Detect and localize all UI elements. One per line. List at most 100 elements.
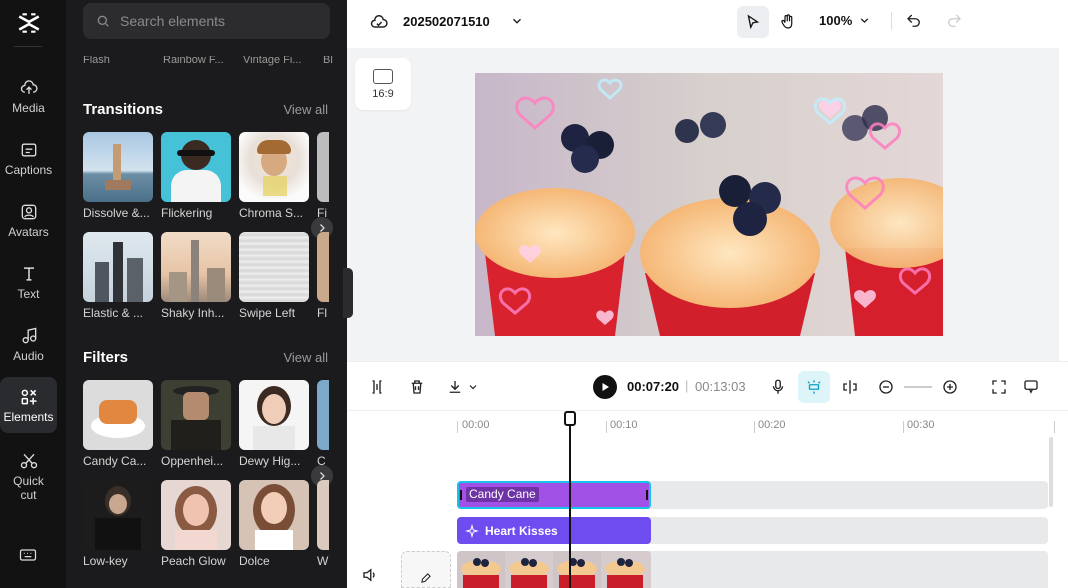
zoom-chevron-icon[interactable] — [858, 14, 871, 32]
undo-icon[interactable] — [905, 12, 923, 35]
canvas-scrollbar[interactable] — [1059, 48, 1068, 361]
rail-label: Text — [17, 286, 40, 301]
filter-card[interactable]: Candy Ca... — [83, 380, 153, 468]
overlay-clip-label: Heart Kisses — [485, 523, 558, 538]
transition-label: Flickering — [161, 206, 213, 220]
transition-card[interactable]: Chroma S... — [239, 132, 309, 220]
aspect-ratio-label: 16:9 — [372, 87, 394, 100]
rail-item-audio[interactable]: Audio — [0, 316, 57, 372]
feedback-icon[interactable] — [1019, 375, 1043, 399]
rail-item-elements[interactable]: Elements — [0, 377, 57, 433]
transition-card[interactable]: Fl — [317, 232, 329, 320]
redo-icon[interactable] — [945, 12, 963, 35]
rail-label: Avatars — [8, 224, 49, 239]
microphone-icon[interactable] — [766, 375, 790, 399]
filter-card[interactable]: Low-key — [83, 480, 153, 568]
playhead-line[interactable] — [569, 411, 571, 588]
toolbar-divider — [891, 12, 892, 30]
transition-label: Shaky Inh... — [161, 306, 225, 320]
delete-icon[interactable] — [405, 375, 429, 399]
cover-button[interactable] — [401, 551, 451, 588]
rail-divider — [14, 46, 42, 47]
current-time: 00:07:20 — [627, 379, 680, 394]
aspect-ratio-button[interactable]: 16:9 — [355, 58, 411, 110]
cut-label: Flash — [83, 56, 110, 66]
transition-card[interactable]: Elastic & ... — [83, 232, 153, 320]
keyboard-icon[interactable] — [18, 545, 38, 570]
zoom-out-icon[interactable] — [874, 375, 898, 399]
transitions-view-all[interactable]: View all — [283, 102, 328, 117]
aspect-ratio-icon — [373, 68, 393, 84]
transition-card[interactable]: Swipe Left — [239, 232, 309, 320]
ruler-line — [903, 421, 904, 433]
cut-label: Vintage Fi... — [243, 56, 302, 66]
rail-item-avatars[interactable]: Avatars — [0, 192, 57, 248]
filter-card[interactable]: Oppenhei... — [161, 380, 231, 468]
auto-snap-icon — [807, 380, 821, 394]
overlay-clip[interactable]: Heart Kisses — [457, 517, 651, 544]
effect-clip[interactable]: Candy Cane — [457, 481, 651, 509]
capcut-logo[interactable] — [14, 8, 44, 38]
filters-row-1: Candy Ca... Oppenhei... Dewy Hig... C — [83, 380, 329, 468]
video-clip[interactable] — [457, 551, 651, 588]
panel-collapse-handle[interactable] — [343, 268, 353, 318]
volume-icon[interactable] — [361, 566, 379, 588]
clip-trim-handle[interactable] — [460, 490, 462, 500]
chevron-down-icon[interactable] — [510, 14, 524, 33]
elements-icon — [21, 389, 36, 404]
transition-card[interactable]: Shaky Inh... — [161, 232, 231, 320]
transition-card[interactable]: Fi — [317, 132, 329, 220]
avatar-icon — [21, 204, 36, 219]
filters-title: Filters — [83, 349, 129, 366]
search-input[interactable]: Search elements — [83, 3, 330, 39]
zoom-in-icon[interactable] — [938, 375, 962, 399]
transitions-row-2: Elastic & ... Shaky Inh... Swipe Left Fl — [83, 232, 329, 320]
rail-label: Captions — [4, 162, 53, 177]
filter-card[interactable]: Peach Glow — [161, 480, 231, 568]
timeline-scrollbar[interactable] — [1049, 437, 1053, 507]
ruler-label: 00:30 — [907, 419, 935, 431]
pencil-icon — [421, 573, 431, 583]
rail-item-quick-cut[interactable]: Quick cut — [0, 446, 57, 506]
transition-label: Swipe Left — [239, 306, 296, 320]
filter-card[interactable]: W — [317, 480, 329, 568]
ruler-label: 00:10 — [610, 419, 638, 431]
play-button[interactable] — [593, 375, 617, 399]
project-name[interactable]: 202502071510 — [403, 14, 490, 29]
filter-card[interactable]: Dewy Hig... — [239, 380, 309, 468]
music-icon — [22, 327, 36, 343]
filter-label: Oppenhei... — [161, 454, 224, 468]
cut-label: Bl — [323, 56, 333, 66]
zoom-level[interactable]: 100% — [819, 13, 852, 28]
left-rail: Media Captions Avatars Text Audio Elemen… — [0, 0, 66, 588]
split-clip-icon[interactable] — [838, 375, 862, 399]
playhead-handle[interactable] — [564, 411, 576, 426]
transition-card[interactable]: Dissolve &... — [83, 132, 153, 220]
timeline-zoom-slider[interactable] — [904, 386, 932, 388]
rail-item-text[interactable]: Text — [0, 254, 57, 310]
scissors-icon — [20, 453, 37, 468]
transition-card[interactable]: Flickering — [161, 132, 231, 220]
canvas-area: 16:9 — [347, 48, 1059, 361]
hand-tool-button[interactable] — [772, 6, 804, 38]
filter-card[interactable]: C — [317, 380, 329, 468]
ruler-line — [754, 421, 755, 433]
rail-item-media[interactable]: Media — [0, 68, 57, 124]
split-icon[interactable] — [365, 375, 389, 399]
clip-trim-handle[interactable] — [646, 490, 648, 500]
ruler-label: 00:00 — [462, 419, 490, 431]
rail-item-captions[interactable]: Captions — [0, 130, 57, 186]
filters-view-all[interactable]: View all — [283, 350, 328, 365]
download-chevron-icon[interactable] — [461, 375, 485, 399]
filter-label: W — [317, 554, 329, 568]
top-bar: 202502071510 100% — [347, 0, 1068, 48]
filter-card[interactable]: Dolce — [239, 480, 309, 568]
fullscreen-icon[interactable] — [987, 375, 1011, 399]
video-preview[interactable] — [475, 73, 943, 336]
search-icon — [97, 15, 109, 27]
magnet-toggle-button[interactable] — [798, 371, 830, 403]
select-tool-button[interactable] — [737, 6, 769, 38]
cut-label: Rainbow F... — [163, 56, 224, 66]
pointer-icon — [747, 14, 760, 30]
cloud-icon[interactable] — [369, 12, 389, 37]
